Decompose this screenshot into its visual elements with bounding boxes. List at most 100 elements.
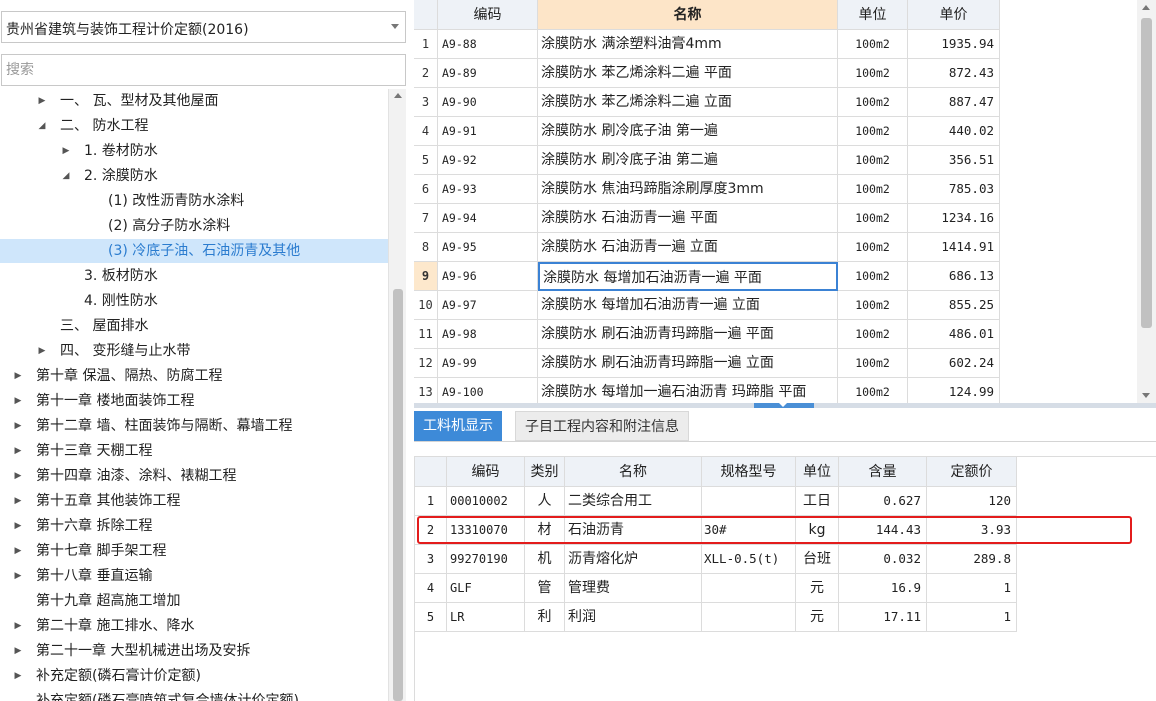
quota-unit-cell[interactable]: 100m2 (838, 233, 908, 262)
row-number[interactable]: 1 (415, 487, 447, 516)
resource-code-cell[interactable]: 00010002 (447, 487, 525, 516)
tree-node[interactable]: (2) 高分子防水涂料 (0, 214, 388, 238)
row-number[interactable]: 4 (415, 574, 447, 603)
quota-name-cell[interactable]: 涂膜防水 每增加石油沥青一遍 立面 (538, 291, 838, 320)
quota-price-cell[interactable]: 855.25 (908, 291, 1000, 320)
tree-node[interactable]: 三、 屋面排水 (0, 314, 388, 338)
resource-name-cell[interactable]: 管理费 (565, 574, 702, 603)
row-number[interactable]: 11 (414, 320, 438, 349)
resource-unit-cell[interactable]: kg (796, 516, 839, 545)
resource-quantity-cell[interactable]: 16.9 (839, 574, 927, 603)
tree-node[interactable]: 第十九章 超高施工增加 (0, 589, 388, 613)
tree-node[interactable]: ▶ 第十一章 楼地面装饰工程 (0, 389, 388, 413)
quota-code-cell[interactable]: A9-94 (438, 204, 538, 233)
tree-node[interactable]: ▶ 第十章 保温、隔热、防腐工程 (0, 364, 388, 388)
tree-node[interactable]: ▶ 一、 瓦、型材及其他屋面 (0, 89, 388, 113)
quota-code-cell[interactable]: A9-98 (438, 320, 538, 349)
resource-quantity-cell[interactable]: 17.11 (839, 603, 927, 632)
quota-name-cell[interactable]: 涂膜防水 每增加一遍石油沥青 玛蹄脂 平面 (538, 378, 838, 403)
quota-unit-cell[interactable]: 100m2 (838, 349, 908, 378)
scroll-up-arrow-icon[interactable] (394, 93, 402, 98)
row-number[interactable]: 2 (415, 516, 447, 545)
row-number[interactable]: 2 (414, 59, 438, 88)
tree-node[interactable]: ▶ 四、 变形缝与止水带 (0, 339, 388, 363)
row-number[interactable]: 3 (414, 88, 438, 117)
resource-category-cell[interactable]: 利 (525, 603, 565, 632)
tree-node[interactable]: ▶ 第二十一章 大型机械进出场及安拆 (0, 639, 388, 663)
quota-price-cell[interactable]: 1935.94 (908, 30, 1000, 59)
quota-price-cell[interactable]: 440.02 (908, 117, 1000, 146)
quota-name-cell[interactable]: 涂膜防水 满涂塑料油膏4mm (538, 30, 838, 59)
quota-name-cell[interactable]: 涂膜防水 石油沥青一遍 立面 (538, 233, 838, 262)
resource-price-cell[interactable]: 120 (927, 487, 1017, 516)
quota-price-cell[interactable]: 124.99 (908, 378, 1000, 403)
quota-name-cell[interactable]: 涂膜防水 刷冷底子油 第二遍 (538, 146, 838, 175)
row-number[interactable]: 7 (414, 204, 438, 233)
expand-arrow-icon[interactable]: ▶ (12, 389, 24, 413)
expand-arrow-icon[interactable]: ▶ (12, 514, 24, 538)
tree-node[interactable]: ◢ 二、 防水工程 (0, 114, 388, 138)
quota-unit-cell[interactable]: 100m2 (838, 30, 908, 59)
tree-node[interactable]: ▶ 第十七章 脚手架工程 (0, 539, 388, 563)
expand-arrow-icon[interactable]: ▶ (60, 139, 72, 163)
quota-unit-cell[interactable]: 100m2 (838, 320, 908, 349)
expand-arrow-icon[interactable]: ▶ (12, 564, 24, 588)
quota-unit-cell[interactable]: 100m2 (838, 175, 908, 204)
resource-name-cell[interactable]: 沥青熔化炉 (565, 545, 702, 574)
resource-spec-cell[interactable]: 30# (702, 516, 796, 545)
quota-price-cell[interactable]: 1234.16 (908, 204, 1000, 233)
quota-price-cell[interactable]: 602.24 (908, 349, 1000, 378)
tree-node[interactable]: ▶ 第十二章 墙、柱面装饰与隔断、幕墙工程 (0, 414, 388, 438)
quota-code-cell[interactable]: A9-93 (438, 175, 538, 204)
resource-code-cell[interactable]: 13310070 (447, 516, 525, 545)
row-number[interactable]: 5 (415, 603, 447, 632)
column-header-spec[interactable]: 规格型号 (702, 457, 796, 487)
resource-spec-cell[interactable]: XLL-0.5(t) (702, 545, 796, 574)
collapse-arrow-icon[interactable]: ◢ (60, 164, 72, 188)
resource-spec-cell[interactable] (702, 574, 796, 603)
column-header-unit[interactable]: 单位 (838, 0, 908, 30)
resource-quantity-cell[interactable]: 144.43 (839, 516, 927, 545)
tree-node[interactable]: ▶ 第十四章 油漆、涂料、裱糊工程 (0, 464, 388, 488)
resource-name-cell[interactable]: 利润 (565, 603, 702, 632)
quota-code-cell[interactable]: A9-99 (438, 349, 538, 378)
tree-node[interactable]: ▶ 1. 卷材防水 (0, 139, 388, 163)
row-number[interactable]: 1 (414, 30, 438, 59)
quota-unit-cell[interactable]: 100m2 (838, 262, 908, 291)
tree-node[interactable]: ▶ 第二十章 施工排水、降水 (0, 614, 388, 638)
resource-price-cell[interactable]: 289.8 (927, 545, 1017, 574)
expand-arrow-icon[interactable]: ▶ (36, 89, 48, 113)
tree-node[interactable]: ◢ 2. 涂膜防水 (0, 164, 388, 188)
resource-name-cell[interactable]: 二类综合用工 (565, 487, 702, 516)
expand-arrow-icon[interactable]: ▶ (12, 664, 24, 688)
quota-code-cell[interactable]: A9-91 (438, 117, 538, 146)
quota-name-cell[interactable]: 涂膜防水 刷石油沥青玛蹄脂一遍 平面 (538, 320, 838, 349)
quota-code-cell[interactable]: A9-100 (438, 378, 538, 403)
column-header-price[interactable]: 定额价 (927, 457, 1017, 487)
row-number[interactable]: 9 (414, 262, 438, 291)
expand-arrow-icon[interactable]: ▶ (12, 439, 24, 463)
resource-spec-cell[interactable] (702, 603, 796, 632)
expand-arrow-icon[interactable]: ▶ (12, 614, 24, 638)
quota-unit-cell[interactable]: 100m2 (838, 378, 908, 403)
resource-category-cell[interactable]: 人 (525, 487, 565, 516)
quota-name-cell[interactable]: 涂膜防水 焦油玛蹄脂涂刷厚度3mm (538, 175, 838, 204)
expand-arrow-icon[interactable]: ▶ (12, 489, 24, 513)
quota-price-cell[interactable]: 785.03 (908, 175, 1000, 204)
scrollbar-thumb[interactable] (393, 289, 403, 701)
resource-code-cell[interactable]: LR (447, 603, 525, 632)
column-header-name[interactable]: 名称 (538, 0, 838, 30)
quota-name-cell[interactable]: 涂膜防水 刷冷底子油 第一遍 (538, 117, 838, 146)
tree-scrollbar[interactable] (388, 89, 406, 701)
resource-unit-cell[interactable]: 工日 (796, 487, 839, 516)
resource-code-cell[interactable]: GLF (447, 574, 525, 603)
collapse-arrow-icon[interactable] (779, 403, 787, 407)
quota-name-cell[interactable]: 涂膜防水 刷石油沥青玛蹄脂一遍 立面 (538, 349, 838, 378)
scroll-down-arrow-icon[interactable] (1142, 393, 1150, 398)
column-header-name[interactable]: 名称 (565, 457, 702, 487)
expand-arrow-icon[interactable]: ▶ (36, 339, 48, 363)
row-number[interactable]: 10 (414, 291, 438, 320)
tree-node[interactable]: ▶ 第十八章 垂直运输 (0, 564, 388, 588)
resource-price-cell[interactable]: 1 (927, 574, 1017, 603)
resource-unit-cell[interactable]: 元 (796, 603, 839, 632)
